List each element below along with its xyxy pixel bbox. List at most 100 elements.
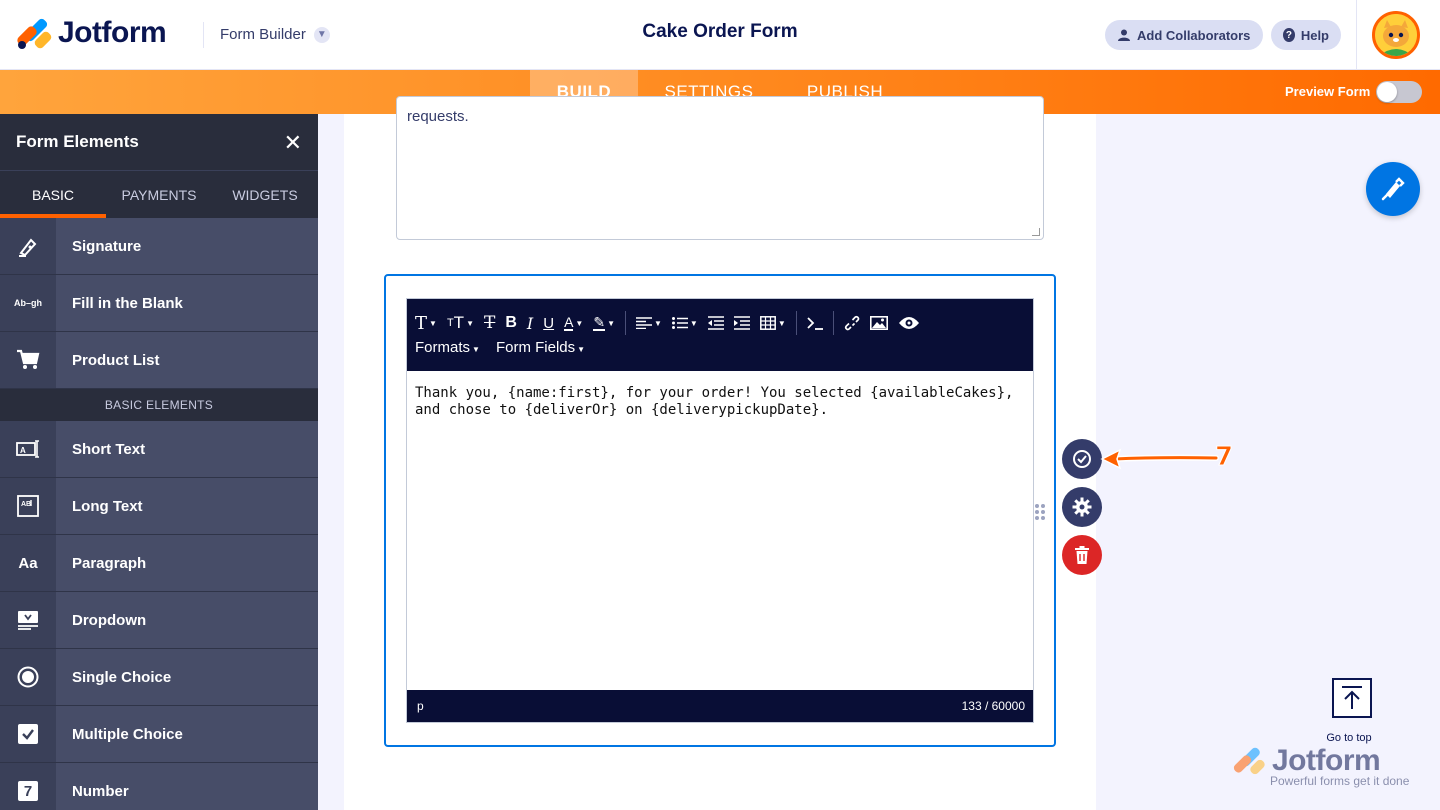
- close-icon[interactable]: ✕: [284, 130, 302, 156]
- editor-statusbar: p 133 / 60000: [407, 690, 1033, 722]
- panel-tabs: BASIC PAYMENTS WIDGETS: [0, 170, 318, 218]
- element-label: Number: [72, 782, 129, 800]
- paragraph-icon: Aa: [0, 535, 56, 591]
- panel-title: Form Elements: [16, 132, 139, 151]
- check-circle-icon: [1073, 450, 1091, 468]
- element-dropdown[interactable]: Dropdown: [0, 592, 318, 649]
- form-fields-menu[interactable]: Form Fields ▼: [496, 339, 585, 356]
- tab-basic[interactable]: BASIC: [0, 171, 106, 218]
- preview-form-toggle[interactable]: [1376, 81, 1422, 103]
- table-icon[interactable]: ▼: [759, 311, 786, 335]
- form-builder-menu[interactable]: Form Builder ▼: [220, 26, 330, 43]
- bullet-list-icon[interactable]: ▼: [671, 311, 698, 335]
- signature-icon: [0, 218, 56, 274]
- element-label: Product List: [72, 351, 160, 369]
- help-button[interactable]: ? Help: [1271, 20, 1341, 50]
- toolbar-divider: [795, 311, 797, 335]
- field-settings-button[interactable]: [1062, 487, 1102, 527]
- number-icon: 7: [0, 763, 56, 810]
- toolbar-divider: [832, 311, 834, 335]
- element-label: Paragraph: [72, 554, 147, 572]
- avatar[interactable]: [1372, 11, 1420, 59]
- element-multiple-choice[interactable]: Multiple Choice: [0, 706, 318, 763]
- rich-text-editor: T ▼ T T ▼ T B I U A ▼ ✎ ▼ ▼ ▼ ▼ Formats ▼ Form…: [406, 298, 1034, 723]
- user-icon: [1117, 28, 1131, 42]
- element-product-list[interactable]: Product List: [0, 332, 318, 389]
- gear-icon: [1072, 497, 1092, 517]
- link-icon[interactable]: [844, 311, 860, 335]
- watermark-brand: Jotform: [1272, 744, 1381, 777]
- form-title[interactable]: Cake Order Form: [560, 21, 880, 43]
- drag-handle-icon[interactable]: [1034, 503, 1046, 521]
- element-label: Single Choice: [72, 668, 172, 686]
- code-icon[interactable]: [807, 311, 823, 335]
- underline-icon[interactable]: U: [543, 311, 554, 335]
- text-color-icon[interactable]: A ▼: [564, 311, 583, 335]
- formats-menu[interactable]: Formats ▼: [415, 339, 480, 356]
- element-label: Fill in the Blank: [72, 294, 183, 312]
- form-designer-button[interactable]: [1366, 162, 1420, 216]
- preview-eye-icon[interactable]: [898, 311, 920, 335]
- element-single-choice[interactable]: Single Choice: [0, 649, 318, 706]
- checkbox-icon: [0, 706, 56, 762]
- element-label: Signature: [72, 237, 142, 255]
- cart-icon: [0, 332, 56, 388]
- fill-blank-icon: Ab–gh: [0, 275, 56, 331]
- element-paragraph[interactable]: Aa Paragraph: [0, 535, 318, 592]
- long-text-icon: AB: [0, 478, 56, 534]
- top-header: Jotform Form Builder ▼ Cake Order Form A…: [0, 0, 1440, 70]
- element-signature[interactable]: Signature: [0, 218, 318, 275]
- add-collaborators-label: Add Collaborators: [1137, 27, 1251, 43]
- add-collaborators-button[interactable]: Add Collaborators: [1105, 20, 1263, 50]
- jotform-watermark: Jotform Powerful forms get it done: [1232, 744, 1424, 788]
- dropdown-icon: [0, 592, 56, 648]
- editor-toolbar: T ▼ T T ▼ T B I U A ▼ ✎ ▼ ▼ ▼ ▼ Formats ▼ Form…: [407, 299, 1033, 371]
- delete-field-button[interactable]: [1062, 535, 1102, 575]
- previous-field-text: requests.: [407, 108, 469, 125]
- go-to-top-label: Go to top: [1326, 732, 1372, 744]
- align-left-icon[interactable]: ▼: [635, 311, 662, 335]
- tab-widgets[interactable]: WIDGETS: [212, 171, 318, 218]
- element-fill-in-the-blank[interactable]: Ab–gh Fill in the Blank: [0, 275, 318, 332]
- resize-handle[interactable]: [1032, 228, 1040, 236]
- element-short-text[interactable]: A Short Text: [0, 421, 318, 478]
- go-to-top-button[interactable]: Go to top: [1326, 678, 1378, 744]
- element-long-text[interactable]: AB Long Text: [0, 478, 318, 535]
- italic-icon[interactable]: I: [527, 311, 533, 335]
- form-builder-label: Form Builder: [220, 26, 306, 43]
- help-label: Help: [1300, 27, 1329, 43]
- tab-payments[interactable]: PAYMENTS: [106, 171, 212, 218]
- image-icon[interactable]: [869, 311, 888, 335]
- form-elements-panel: Form Elements ✕ BASIC PAYMENTS WIDGETS S…: [0, 114, 318, 810]
- editor-content[interactable]: Thank you, {name:first}, for your order!…: [415, 385, 1025, 419]
- jotform-logo-icon: [15, 17, 53, 50]
- done-check-button[interactable]: [1062, 439, 1102, 479]
- header-divider-right: [1356, 0, 1357, 70]
- element-path[interactable]: p: [417, 699, 424, 713]
- preview-form-label: Preview Form: [1285, 84, 1371, 99]
- font-size-button[interactable]: T T ▼: [447, 311, 474, 335]
- jotform-logo[interactable]: Jotform: [15, 16, 167, 50]
- font-family-button[interactable]: T ▼: [415, 311, 437, 335]
- brand-name: Jotform: [58, 16, 167, 49]
- paint-roller-icon: [1381, 177, 1405, 201]
- previous-long-text-field[interactable]: requests.: [396, 96, 1044, 240]
- toggle-knob: [1377, 82, 1397, 102]
- indent-icon[interactable]: [733, 311, 750, 335]
- element-number[interactable]: 7 Number: [0, 763, 318, 810]
- jotform-logo-icon: [1232, 746, 1267, 778]
- bold-icon[interactable]: B: [505, 311, 517, 335]
- arrow-up-icon: [1332, 678, 1372, 718]
- element-label: Long Text: [72, 497, 143, 515]
- svg-text:A: A: [20, 446, 26, 455]
- clear-format-icon[interactable]: T: [484, 311, 495, 335]
- question-icon: ?: [1283, 28, 1295, 42]
- section-basic-elements: BASIC ELEMENTS: [0, 389, 318, 421]
- outdent-icon[interactable]: [707, 311, 724, 335]
- annotation-number: 7: [1214, 442, 1234, 473]
- highlight-icon[interactable]: ✎ ▼: [593, 311, 615, 335]
- svg-text:AB: AB: [21, 501, 31, 508]
- element-label: Dropdown: [72, 611, 147, 629]
- header-divider: [203, 22, 204, 48]
- trash-icon: [1075, 546, 1089, 564]
